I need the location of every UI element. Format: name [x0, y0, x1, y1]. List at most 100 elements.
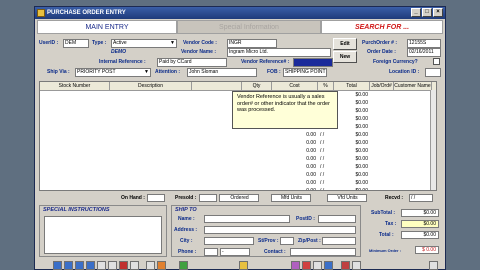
zip-post-field[interactable] — [322, 237, 356, 245]
col-blank[interactable] — [192, 82, 242, 90]
contact-field[interactable] — [290, 248, 356, 256]
tab-search[interactable]: SEARCH FOR ... — [321, 20, 443, 34]
foreign-currency-checkbox[interactable] — [433, 58, 440, 65]
mfd-units-field: Mfd Units — [271, 194, 311, 202]
table-row[interactable]: 0.00 / / $0.00 — [40, 179, 436, 187]
col-description[interactable]: Description — [110, 82, 192, 90]
stop-icon[interactable] — [341, 261, 350, 270]
cell-date: / / — [320, 172, 325, 178]
col-percent[interactable]: % — [318, 82, 334, 90]
report-icon[interactable] — [291, 261, 300, 270]
ship-via-label: Ship Via : — [47, 69, 70, 75]
first-record-icon[interactable] — [53, 261, 62, 270]
fob-field[interactable]: SHIPPING POINT — [283, 68, 327, 77]
refresh-icon[interactable] — [179, 261, 188, 270]
col-customer-name[interactable]: Customer Name — [394, 82, 432, 90]
total-label: Total : — [379, 232, 394, 238]
table-row[interactable]: 0.00 / / $0.00 — [40, 187, 436, 191]
grid-scrollbar[interactable] — [430, 90, 436, 190]
userid-label: UserID : — [39, 40, 59, 46]
postid-field[interactable] — [318, 215, 356, 223]
city-field[interactable] — [204, 237, 254, 245]
type-select[interactable]: Active ▼ — [111, 39, 177, 48]
table-row[interactable]: 0.00 / / $0.00 — [40, 171, 436, 179]
cell-cost: 0.00 — [306, 148, 316, 154]
chart-icon[interactable] — [302, 261, 311, 270]
userid-field[interactable]: DEM — [63, 39, 89, 48]
print-icon[interactable] — [97, 261, 106, 270]
on-hand-field — [147, 194, 165, 202]
pen-icon[interactable] — [429, 261, 438, 270]
special-instructions-panel: SPECIAL INSTRUCTIONS — [39, 205, 167, 257]
location-id-field[interactable] — [425, 68, 441, 77]
copy-icon[interactable] — [130, 261, 139, 270]
cell-total: $0.00 — [355, 188, 368, 191]
col-total[interactable]: Total — [334, 82, 370, 90]
internal-reference-field[interactable]: Paid by CCard — [157, 58, 227, 67]
subtotal-field: $0.00 — [401, 209, 439, 217]
cell-total: $0.00 — [355, 132, 368, 138]
purchase-order-window: PURCHASE ORDER ENTRY _ □ × MAIN ENTRY Sp… — [34, 6, 446, 270]
order-date-field[interactable]: 02/16/2011 — [407, 48, 441, 57]
special-instructions-field[interactable] — [44, 216, 162, 254]
note-icon[interactable] — [352, 261, 361, 270]
type-value: Active — [113, 40, 127, 46]
cell-cost: 0.00 — [306, 156, 316, 162]
special-instructions-title: SPECIAL INSTRUCTIONS — [43, 207, 110, 213]
table-row[interactable]: 0.00 / / $0.00 — [40, 139, 436, 147]
st-prov-label: St/Prov : — [258, 238, 279, 244]
presold-label: Presold : — [175, 195, 197, 201]
address-field[interactable] — [204, 226, 356, 234]
last-record-icon[interactable] — [86, 261, 95, 270]
vendor-name-field[interactable]: Ingram Micro Ltd. — [227, 48, 331, 57]
purchorder-field[interactable]: 12155S — [407, 39, 441, 48]
cell-date: / / — [320, 188, 325, 191]
chevron-down-icon: ▼ — [170, 40, 175, 46]
tab-main-entry[interactable]: MAIN ENTRY — [37, 20, 177, 34]
folder-icon[interactable] — [239, 261, 248, 270]
user-icon[interactable] — [324, 261, 333, 270]
phone-number-field[interactable]: - — [220, 248, 250, 256]
cell-total: $0.00 — [355, 156, 368, 162]
close-button[interactable]: × — [433, 8, 443, 17]
save-icon[interactable] — [146, 261, 155, 270]
tab-special-information[interactable]: Special Information — [177, 20, 321, 34]
col-job-order[interactable]: Job/Ord# — [370, 82, 394, 90]
calendar-icon[interactable] — [313, 261, 322, 270]
recvd-field: / / — [409, 194, 433, 202]
cell-date: / / — [320, 148, 325, 154]
vendor-code-field[interactable]: INGR — [227, 39, 277, 48]
previous-record-icon[interactable] — [64, 261, 73, 270]
ship-name-field[interactable] — [204, 215, 290, 223]
st-prov-field[interactable] — [280, 237, 294, 245]
minimize-button[interactable]: _ — [411, 8, 421, 17]
next-record-icon[interactable] — [75, 261, 84, 270]
vfd-units-field: Vfd Units — [327, 194, 367, 202]
title-bar: PURCHASE ORDER ENTRY _ □ × — [35, 7, 445, 19]
phone-area-field[interactable] — [204, 248, 218, 256]
maximize-button[interactable]: □ — [422, 8, 432, 17]
attention-field[interactable]: John Sloman — [187, 68, 257, 77]
cell-total: $0.00 — [355, 148, 368, 154]
preview-icon[interactable] — [108, 261, 117, 270]
vendor-reference-field[interactable] — [293, 58, 333, 67]
col-stock-number[interactable]: Stock Number — [40, 82, 110, 90]
ship-via-select[interactable]: PRIORITY POST ▼ — [75, 68, 151, 77]
table-row[interactable]: 0.00 / / $0.00 — [40, 131, 436, 139]
new-button[interactable]: New — [333, 51, 357, 63]
address-label: Address : — [174, 227, 198, 233]
cell-total: $0.00 — [355, 172, 368, 178]
delete-icon[interactable] — [119, 261, 128, 270]
tax-field[interactable]: $0.00 — [401, 220, 439, 228]
tools-icon[interactable] — [157, 261, 166, 270]
city-label: City : — [180, 238, 193, 244]
table-row[interactable]: 0.00 / / $0.00 — [40, 147, 436, 155]
ship-to-panel: SHIP TO Name : PostID : Address : City :… — [171, 205, 361, 257]
table-row[interactable]: 0.00 / / $0.00 — [40, 163, 436, 171]
col-cost[interactable]: Cost — [272, 82, 318, 90]
edit-button[interactable]: Edit — [333, 38, 357, 50]
table-row[interactable]: 0.00 / / $0.00 — [40, 155, 436, 163]
cell-total: $0.00 — [355, 164, 368, 170]
col-qty[interactable]: Qty — [242, 82, 272, 90]
window-title: PURCHASE ORDER ENTRY — [47, 10, 126, 16]
